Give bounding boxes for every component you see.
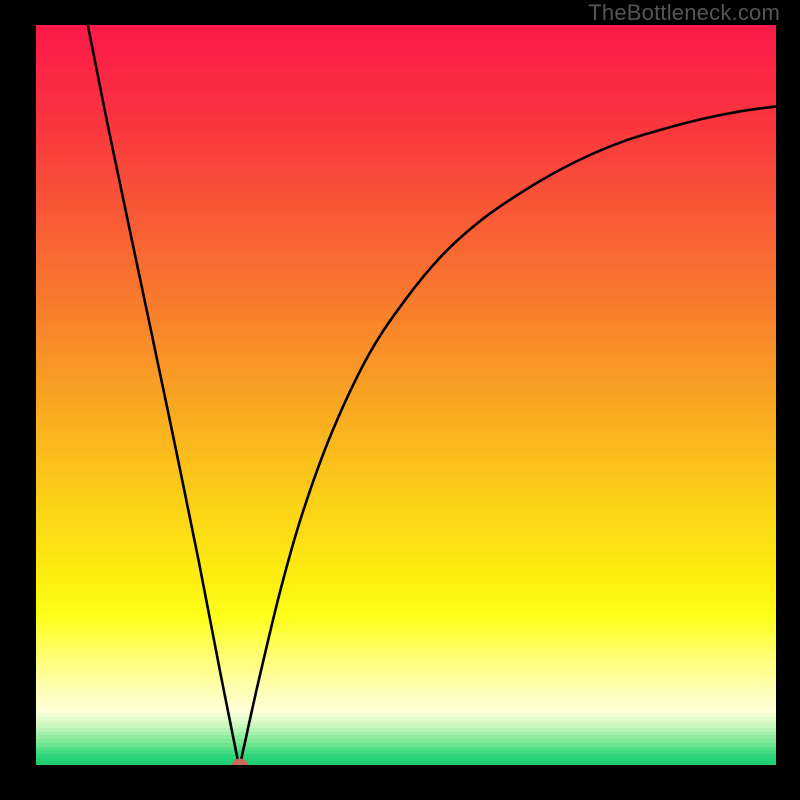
bottleneck-curve <box>36 25 776 765</box>
plot-area <box>36 25 776 765</box>
optimal-point-marker <box>232 759 248 766</box>
chart-frame: TheBottleneck.com <box>0 0 800 800</box>
watermark-label: TheBottleneck.com <box>588 0 780 26</box>
